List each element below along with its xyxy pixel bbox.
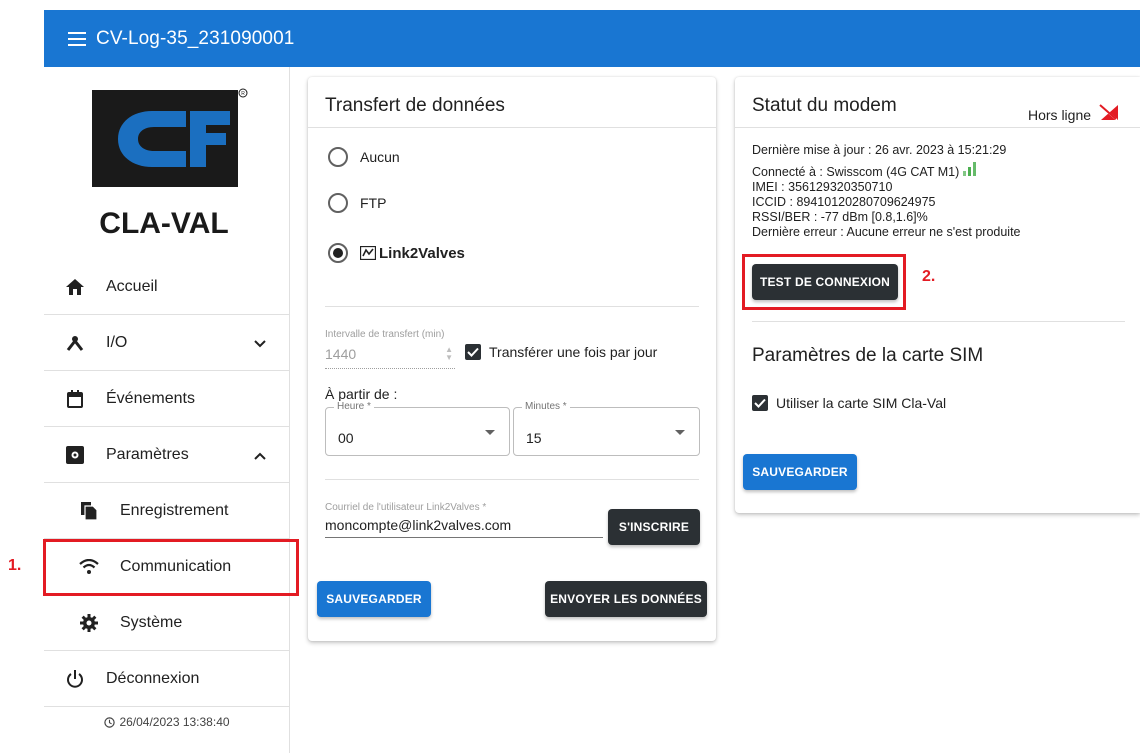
clock-icon [104, 717, 116, 731]
radio-ftp[interactable]: FTP [328, 193, 386, 213]
email-value: moncompte@link2valves.com [325, 517, 512, 533]
chevron-up-icon [254, 447, 266, 465]
checkbox-checked[interactable] [465, 344, 481, 360]
sim-title: Paramètres de la carte SIM [752, 345, 984, 366]
chevron-down-icon [254, 335, 266, 353]
radio-button[interactable] [328, 193, 348, 213]
email-field[interactable]: moncompte@link2valves.com [325, 514, 603, 538]
link2valves-brand-text: Link2Valves [379, 244, 465, 262]
interval-label: Intervalle de transfert (min) [325, 329, 445, 340]
sidebar-item-io[interactable]: I/O [44, 315, 290, 371]
register-button[interactable]: S'INSCRIRE [608, 509, 700, 545]
transfer-card: Transfert de données Aucun FTP Link2Valv… [308, 77, 716, 641]
modem-save-button[interactable]: SAUVEGARDER [743, 454, 857, 490]
dropdown-caret-icon [675, 430, 685, 435]
sidebar-item-label: Événements [106, 389, 195, 407]
svg-text:R: R [241, 91, 245, 97]
power-icon [64, 668, 86, 690]
no-signal-icon [1099, 104, 1119, 126]
signal-bars-icon [963, 162, 977, 180]
sidebar-item-label: I/O [106, 333, 128, 351]
checkbox-checked[interactable] [752, 395, 768, 411]
link2valves-logo: Link2Valves [360, 245, 465, 262]
sidebar-item-label: Paramètres [106, 445, 189, 463]
sidebar-item-label: Enregistrement [120, 501, 229, 519]
divider [325, 479, 699, 480]
sim-checkbox[interactable]: Utiliser la carte SIM Cla-Val [752, 395, 946, 411]
settings-box-icon [64, 444, 86, 466]
gear-icon [78, 612, 100, 634]
modem-title: Statut du modem [752, 95, 897, 116]
sidebar-item-parametres[interactable]: Paramètres [44, 427, 290, 483]
callout-number-2: 2. [922, 268, 936, 285]
sidebar: R CLA-VAL Accueil I/O Événements Paramèt… [44, 67, 290, 753]
stepper-icon: ▲ ▼ [445, 345, 453, 362]
home-icon [64, 276, 86, 298]
radio-button-selected[interactable] [328, 243, 348, 263]
clock-text: 26/04/2023 13:38:40 [119, 715, 230, 729]
imei: IMEI : 356129320350710 [752, 180, 893, 194]
hamburger-menu-icon[interactable] [68, 31, 86, 46]
radio-button[interactable] [328, 147, 348, 167]
divider [735, 127, 1140, 128]
hour-value: 00 [338, 430, 354, 446]
calendar-icon [64, 388, 86, 410]
last-update: Dernière mise à jour : 26 avr. 2023 à 15… [752, 143, 1007, 157]
callout-number-1: 1. [8, 557, 22, 574]
from-label: À partir de : [325, 386, 398, 402]
hour-select[interactable]: Heure * 00 [325, 401, 510, 456]
last-error: Dernière erreur : Aucune erreur ne s'est… [752, 225, 1021, 239]
transfer-save-button[interactable]: SAUVEGARDER [317, 581, 431, 617]
callout-box-communication [43, 539, 299, 596]
hub-icon [64, 332, 86, 354]
connected-to-row: Connecté à : Swisscom (4G CAT M1) [752, 162, 1021, 180]
radio-link2valves[interactable]: Link2Valves [328, 243, 465, 263]
sim-checkbox-label: Utiliser la carte SIM Cla-Val [776, 395, 947, 411]
hour-label: Heure * [334, 401, 374, 412]
clock-readout: 26/04/2023 13:38:40 [44, 715, 290, 731]
divider [308, 127, 716, 128]
sidebar-item-systeme[interactable]: Système [44, 595, 290, 651]
connected-to: Connecté à : Swisscom (4G CAT M1) [752, 165, 960, 179]
radio-label: Aucun [360, 149, 400, 165]
minutes-label: Minutes * [522, 401, 570, 412]
file-copy-icon [78, 500, 100, 522]
rssi: RSSI/BER : -77 dBm [0.8,1.6]% [752, 210, 928, 224]
sidebar-item-enregistrement[interactable]: Enregistrement [44, 483, 290, 539]
once-per-day-checkbox[interactable]: Transférer une fois par jour [465, 344, 657, 360]
sidebar-item-deconnexion[interactable]: Déconnexion [44, 651, 290, 707]
modem-status-text: Hors ligne [1028, 107, 1092, 123]
page: CV-Log-35_231090001 R CLA-VAL Accueil I/… [0, 0, 1140, 753]
modem-status: Hors ligne [1028, 104, 1119, 126]
minutes-value: 15 [526, 430, 542, 446]
sidebar-item-accueil[interactable]: Accueil [44, 259, 290, 315]
sidebar-item-evenements[interactable]: Événements [44, 371, 290, 427]
cla-val-logo: R CLA-VAL [90, 87, 250, 240]
interval-input[interactable]: 1440 ▲ ▼ [325, 343, 455, 369]
divider [752, 321, 1125, 322]
dropdown-caret-icon [485, 430, 495, 435]
transfer-title: Transfert de données [325, 95, 505, 116]
radio-label: FTP [360, 195, 387, 211]
once-per-day-label: Transférer une fois par jour [489, 344, 658, 360]
interval-value: 1440 [325, 346, 357, 362]
minutes-select[interactable]: Minutes * 15 [513, 401, 700, 456]
callout-box-test-connection [742, 254, 906, 310]
email-label: Courriel de l'utilisateur Link2Valves * [325, 502, 487, 513]
radio-aucun[interactable]: Aucun [328, 147, 400, 167]
modem-info: Dernière mise à jour : 26 avr. 2023 à 15… [752, 143, 1021, 240]
logo-text: CLA-VAL [99, 207, 228, 237]
iccid: ICCID : 89410120280709624975 [752, 195, 936, 209]
sidebar-item-label: Accueil [106, 277, 158, 295]
device-title: CV-Log-35_231090001 [96, 27, 295, 49]
app-bar: CV-Log-35_231090001 [44, 10, 1140, 67]
divider [325, 306, 699, 307]
send-data-button[interactable]: ENVOYER LES DONNÉES [545, 581, 707, 617]
sidebar-item-label: Système [120, 613, 183, 631]
sidebar-item-label: Déconnexion [106, 669, 200, 687]
